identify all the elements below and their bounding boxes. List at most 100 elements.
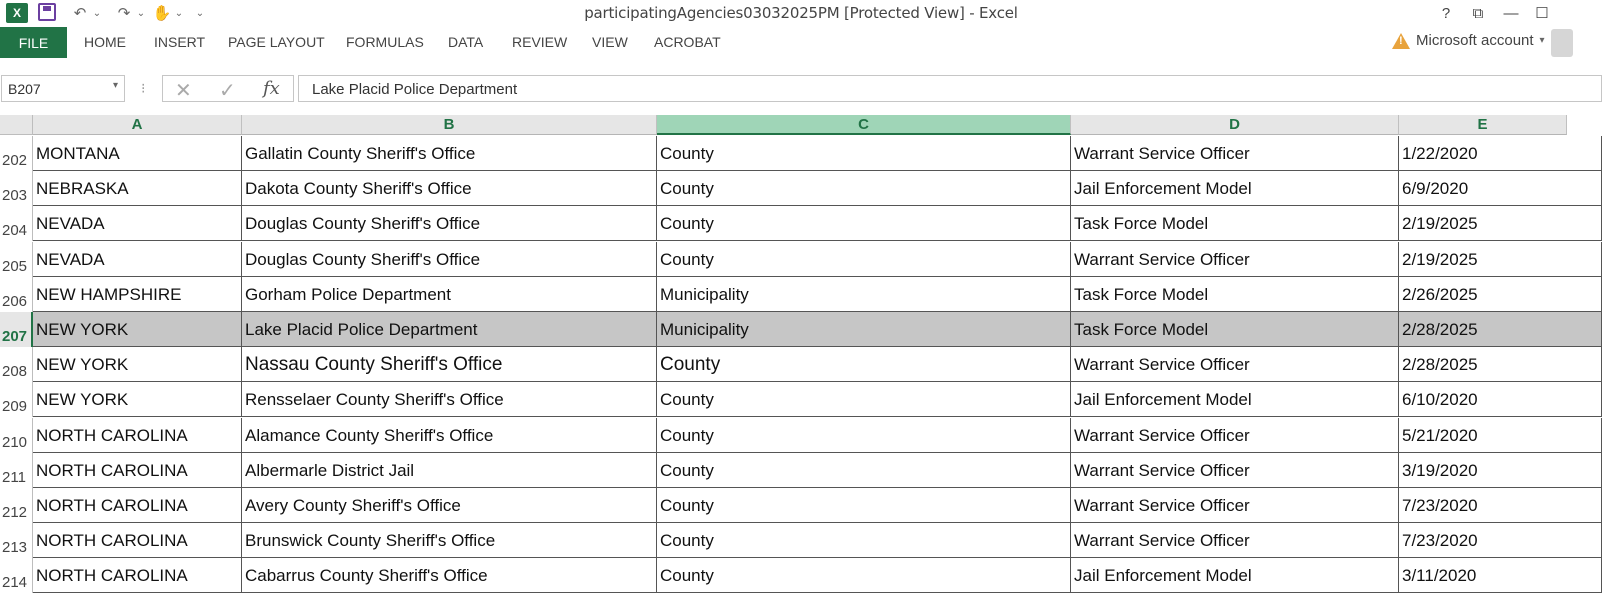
- cell-d[interactable]: Warrant Service Officer: [1071, 523, 1399, 558]
- cell-b[interactable]: Douglas County Sheriff's Office: [242, 242, 657, 277]
- cell-d[interactable]: Warrant Service Officer: [1071, 488, 1399, 523]
- cell-c[interactable]: County: [657, 206, 1071, 241]
- insert-function-icon[interactable]: fx: [263, 78, 280, 99]
- cell-b[interactable]: Alamance County Sheriff's Office: [242, 418, 657, 453]
- cell-c[interactable]: County: [657, 347, 1071, 382]
- cell-a[interactable]: MONTANA: [33, 136, 242, 171]
- cell-b[interactable]: Gallatin County Sheriff's Office: [242, 136, 657, 171]
- cell-a[interactable]: NEW HAMPSHIRE: [33, 277, 242, 312]
- row-header[interactable]: 206: [0, 277, 33, 312]
- cell-e[interactable]: 6/10/2020: [1399, 382, 1602, 417]
- formula-input[interactable]: Lake Placid Police Department: [298, 75, 1602, 102]
- cell-d[interactable]: Warrant Service Officer: [1071, 347, 1399, 382]
- column-header-e[interactable]: E: [1399, 115, 1567, 135]
- cell-b[interactable]: Avery County Sheriff's Office: [242, 488, 657, 523]
- tab-insert[interactable]: INSERT: [154, 34, 205, 50]
- cell-a[interactable]: NEVADA: [33, 242, 242, 277]
- cell-e[interactable]: 7/23/2020: [1399, 523, 1602, 558]
- cell-e[interactable]: 6/9/2020: [1399, 171, 1602, 206]
- cell-d[interactable]: Warrant Service Officer: [1071, 136, 1399, 171]
- cell-e[interactable]: 2/28/2025: [1399, 347, 1602, 382]
- cell-b[interactable]: Nassau County Sheriff's Office: [242, 347, 657, 382]
- row-header[interactable]: 208: [0, 347, 33, 382]
- cell-d[interactable]: Warrant Service Officer: [1071, 242, 1399, 277]
- row-header[interactable]: 211: [0, 453, 33, 488]
- help-icon[interactable]: ?: [1432, 2, 1460, 24]
- avatar[interactable]: [1551, 29, 1573, 57]
- cell-c[interactable]: County: [657, 418, 1071, 453]
- cell-c[interactable]: County: [657, 558, 1071, 593]
- cell-b[interactable]: Gorham Police Department: [242, 277, 657, 312]
- cell-a[interactable]: NORTH CAROLINA: [33, 418, 242, 453]
- cell-e[interactable]: 2/28/2025: [1399, 312, 1602, 347]
- cell-b[interactable]: Cabarrus County Sheriff's Office: [242, 558, 657, 593]
- cell-a[interactable]: NEVADA: [33, 206, 242, 241]
- tab-file[interactable]: FILE: [0, 27, 67, 58]
- cell-c[interactable]: County: [657, 136, 1071, 171]
- tab-home[interactable]: HOME: [84, 34, 126, 50]
- name-box-dropdown-icon[interactable]: ▾: [113, 80, 118, 91]
- row-header[interactable]: 214: [0, 558, 33, 593]
- row-header[interactable]: 203: [0, 171, 33, 206]
- cell-e[interactable]: 2/19/2025: [1399, 206, 1602, 241]
- cell-a[interactable]: NORTH CAROLINA: [33, 558, 242, 593]
- cell-a[interactable]: NORTH CAROLINA: [33, 488, 242, 523]
- column-header-a[interactable]: A: [33, 115, 242, 135]
- row-header[interactable]: 210: [0, 418, 33, 453]
- tab-data[interactable]: DATA: [448, 34, 483, 50]
- column-header-b[interactable]: B: [242, 115, 657, 135]
- account-menu[interactable]: Microsoft account ▾: [1392, 32, 1545, 49]
- tab-page-layout[interactable]: PAGE LAYOUT: [228, 34, 325, 50]
- cell-e[interactable]: 7/23/2020: [1399, 488, 1602, 523]
- tab-formulas[interactable]: FORMULAS: [346, 34, 424, 50]
- cell-c[interactable]: Municipality: [657, 312, 1071, 347]
- tab-acrobat[interactable]: ACROBAT: [654, 34, 721, 50]
- cell-d[interactable]: Task Force Model: [1071, 312, 1399, 347]
- cell-e[interactable]: 3/11/2020: [1399, 558, 1602, 593]
- cell-b[interactable]: Rensselaer County Sheriff's Office: [242, 382, 657, 417]
- cell-c[interactable]: County: [657, 171, 1071, 206]
- cell-b[interactable]: Douglas County Sheriff's Office: [242, 206, 657, 241]
- cell-a[interactable]: NEW YORK: [33, 347, 242, 382]
- cell-b[interactable]: Albermarle District Jail: [242, 453, 657, 488]
- cell-e[interactable]: 1/22/2020: [1399, 136, 1602, 171]
- cell-a[interactable]: NEW YORK: [33, 312, 242, 347]
- cell-d[interactable]: Jail Enforcement Model: [1071, 382, 1399, 417]
- tab-review[interactable]: REVIEW: [512, 34, 567, 50]
- ribbon-display-icon[interactable]: ⧉: [1464, 2, 1492, 24]
- cell-d[interactable]: Warrant Service Officer: [1071, 418, 1399, 453]
- name-box[interactable]: B207 ▾: [1, 75, 125, 102]
- enter-icon[interactable]: ✓: [219, 78, 236, 103]
- cell-a[interactable]: NORTH CAROLINA: [33, 523, 242, 558]
- maximize-icon[interactable]: ☐: [1528, 2, 1556, 24]
- cell-a[interactable]: NORTH CAROLINA: [33, 453, 242, 488]
- row-header[interactable]: 202: [0, 136, 33, 171]
- row-header[interactable]: 205: [0, 242, 33, 277]
- cell-c[interactable]: County: [657, 523, 1071, 558]
- cell-c[interactable]: Municipality: [657, 277, 1071, 312]
- row-header[interactable]: 207: [0, 312, 33, 347]
- cancel-icon[interactable]: ✕: [175, 78, 192, 103]
- cell-c[interactable]: County: [657, 453, 1071, 488]
- cell-b[interactable]: Brunswick County Sheriff's Office: [242, 523, 657, 558]
- select-all-corner[interactable]: [0, 115, 33, 135]
- cell-e[interactable]: 5/21/2020: [1399, 418, 1602, 453]
- row-header[interactable]: 212: [0, 488, 33, 523]
- tab-view[interactable]: VIEW: [592, 34, 628, 50]
- formula-bar-grip-icon[interactable]: ⁝: [141, 80, 145, 97]
- cell-c[interactable]: County: [657, 382, 1071, 417]
- cell-a[interactable]: NEBRASKA: [33, 171, 242, 206]
- cell-e[interactable]: 3/19/2020: [1399, 453, 1602, 488]
- cell-e[interactable]: 2/19/2025: [1399, 242, 1602, 277]
- cell-d[interactable]: Jail Enforcement Model: [1071, 558, 1399, 593]
- cell-c[interactable]: County: [657, 488, 1071, 523]
- minimize-icon[interactable]: —: [1497, 2, 1525, 24]
- cell-c[interactable]: County: [657, 242, 1071, 277]
- cell-e[interactable]: 2/26/2025: [1399, 277, 1602, 312]
- cell-d[interactable]: Task Force Model: [1071, 206, 1399, 241]
- row-header[interactable]: 213: [0, 523, 33, 558]
- cell-b[interactable]: Dakota County Sheriff's Office: [242, 171, 657, 206]
- cell-a[interactable]: NEW YORK: [33, 382, 242, 417]
- cell-d[interactable]: Task Force Model: [1071, 277, 1399, 312]
- cell-d[interactable]: Jail Enforcement Model: [1071, 171, 1399, 206]
